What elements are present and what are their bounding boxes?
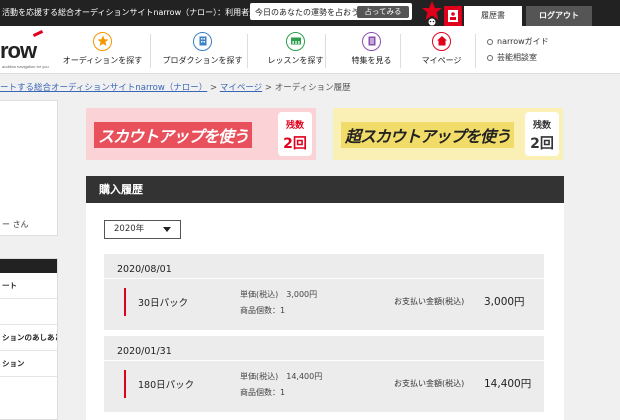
- quantity: 商品個数：1: [240, 306, 286, 315]
- nav-audition-label: オーディションを探す: [62, 56, 143, 65]
- logo-text: row: [0, 38, 37, 63]
- piano-icon: [286, 32, 305, 51]
- user-name: ー さん: [2, 220, 29, 229]
- divider: [104, 360, 544, 361]
- scout-up-title: スカウトアップを使う: [94, 122, 253, 148]
- consultation-link-label: 芸能相談室: [497, 53, 537, 62]
- home-icon: [432, 32, 451, 51]
- document-person-icon: [448, 10, 458, 22]
- logo-mark: [32, 30, 44, 37]
- logo-subtext: audition navigation for you: [2, 64, 49, 69]
- breadcrumb-separator: >: [210, 83, 220, 93]
- purchase-record: 2020/08/01 30日パック 単価(税込) 3,000円 商品個数：1 お…: [104, 254, 544, 330]
- menu-item[interactable]: ート: [0, 273, 57, 299]
- breadcrumb-mypage[interactable]: マイページ: [220, 83, 262, 93]
- mascot-icon[interactable]: [421, 0, 443, 26]
- scout-up-banner[interactable]: スカウトアップを使う 残数 2回: [86, 108, 316, 160]
- nav-production-label: プロダクションを探す: [162, 56, 243, 65]
- super-scout-up-banner[interactable]: 超スカウトアップを使う 残数 2回: [333, 108, 563, 160]
- circle-bullet-icon: [487, 38, 493, 45]
- panel-title: 購入履歴: [86, 176, 564, 203]
- fortune-button[interactable]: 占ってみる: [357, 6, 409, 18]
- nav-divider: [150, 34, 151, 68]
- payment-label: お支払い金額(税込): [394, 297, 465, 306]
- menu-item[interactable]: ション: [0, 351, 57, 377]
- page: 活動を応援する総合オーディションサイトnarrow（ナロー）：利用者数 8200…: [0, 0, 620, 420]
- breadcrumb-current: オーディション履歴: [274, 83, 351, 93]
- breadcrumb: ートする総合オーディションサイトnarrow（ナロー） > マイページ > オー…: [0, 81, 351, 93]
- plan-name: 180日パック: [138, 380, 195, 391]
- logout-button[interactable]: ログアウト: [526, 6, 592, 26]
- menu-item[interactable]: [0, 299, 57, 325]
- unit-price: 単価(税込) 14,400円: [240, 372, 323, 381]
- purchase-record: 2020/01/31 180日パック 単価(税込) 14,400円 商品個数：1…: [104, 336, 544, 412]
- menu-header: [0, 259, 57, 273]
- payment-amount: 14,400円: [484, 378, 532, 390]
- fortune-box: 今日のあなたの運勢を占おう！ 占ってみる: [250, 3, 412, 20]
- fortune-text: 今日のあなたの運勢を占おう！: [255, 8, 367, 17]
- site-logo[interactable]: row audition navigation for you: [0, 38, 49, 69]
- breadcrumb-site[interactable]: ートする総合オーディションサイトnarrow（ナロー）: [0, 83, 207, 93]
- year-select[interactable]: 2020年: [104, 220, 181, 239]
- purchase-history-panel: 購入履歴 2020年 2020/08/01 30日パック 単価(税込) 3,00…: [86, 176, 564, 420]
- remaining-count: 2回: [530, 136, 554, 152]
- mypage-menu: ート ションのあしあと ション: [0, 258, 58, 420]
- remaining-label: 残数: [532, 121, 551, 131]
- main-header: row audition navigation for you オーディションを…: [0, 26, 620, 74]
- document-icon: [362, 32, 381, 51]
- payment-label: お支払い金額(税込): [394, 379, 465, 388]
- circle-bullet-icon: [487, 54, 493, 61]
- nav-production[interactable]: プロダクションを探す: [155, 26, 250, 74]
- caret-down-icon: [163, 227, 171, 232]
- accent-bar: [124, 288, 126, 316]
- super-scout-up-title: 超スカウトアップを使う: [341, 122, 515, 148]
- menu-item[interactable]: ションのあしあと: [0, 325, 57, 351]
- purchase-date: 2020/01/31: [117, 346, 172, 357]
- unit-price: 単価(税込) 3,000円: [240, 290, 318, 299]
- super-scout-up-remaining: 残数 2回: [525, 112, 559, 156]
- remaining-count: 2回: [283, 136, 307, 152]
- quantity: 商品個数：1: [240, 388, 286, 397]
- nav-audition[interactable]: オーディションを探す: [55, 26, 150, 74]
- purchase-date: 2020/08/01: [117, 264, 172, 275]
- divider: [104, 278, 544, 279]
- nav-divider: [475, 34, 476, 68]
- year-select-value: 2020年: [114, 224, 145, 234]
- side-links: narrowガイド 芸能相談室: [487, 36, 549, 68]
- accent-bar: [124, 370, 126, 398]
- payment-amount: 3,000円: [484, 296, 525, 308]
- building-icon: [193, 32, 212, 51]
- guide-link[interactable]: narrowガイド: [487, 36, 549, 47]
- tab-resume[interactable]: 履歴書: [464, 6, 522, 26]
- star-icon: [93, 32, 112, 51]
- scout-up-remaining: 残数 2回: [278, 112, 312, 156]
- remaining-label: 残数: [285, 121, 304, 131]
- breadcrumb-separator: >: [264, 83, 275, 93]
- plan-name: 30日パック: [138, 298, 189, 309]
- top-bar: 活動を応援する総合オーディションサイトnarrow（ナロー）：利用者数 8200…: [0, 0, 620, 26]
- consultation-link[interactable]: 芸能相談室: [487, 52, 549, 63]
- guide-link-label: narrowガイド: [497, 37, 549, 46]
- profile-box: ー さん: [0, 100, 58, 236]
- resume-icon[interactable]: [444, 6, 462, 26]
